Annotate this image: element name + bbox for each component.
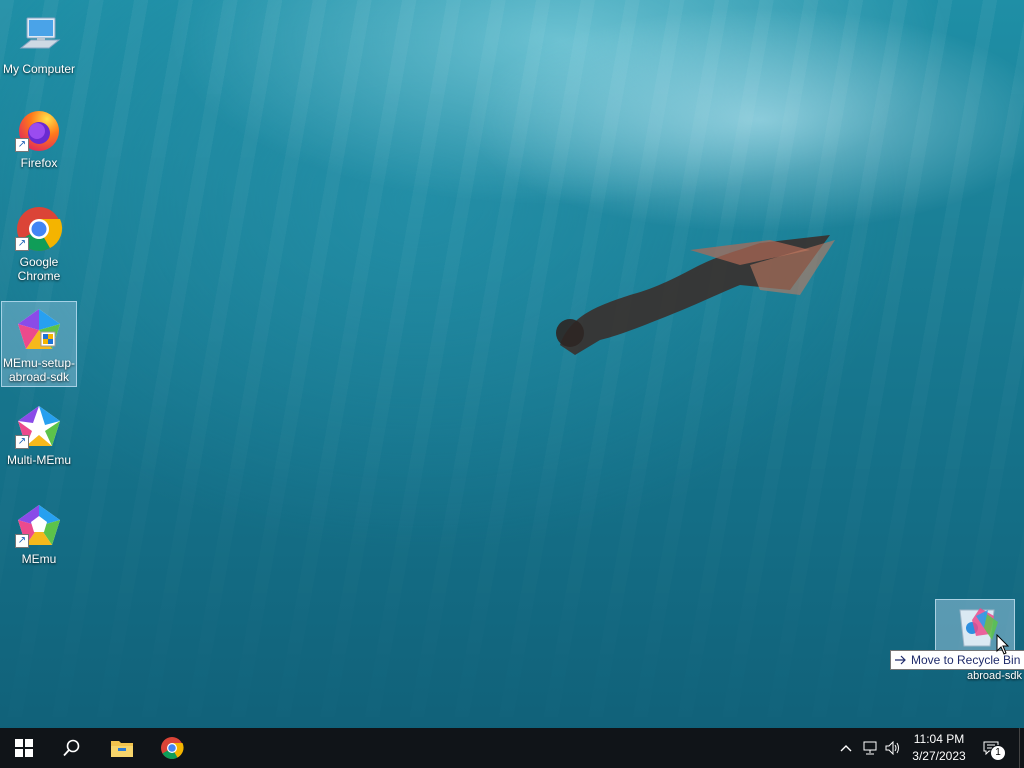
file-explorer-icon [111, 741, 133, 757]
arrow-right-icon [895, 655, 906, 665]
multi-memu-icon: ↗ [15, 403, 63, 451]
desktop-icon-memu-setup[interactable]: MEmu-setup-abroad-sdk [1, 301, 77, 387]
desktop-icon-label: Multi-MEmu [6, 453, 71, 467]
chrome-icon [161, 737, 184, 759]
desktop-icon-label: Google Chrome [17, 255, 61, 283]
desktop-icon-label: Firefox [20, 156, 58, 170]
network-icon[interactable] [862, 740, 878, 756]
volume-icon[interactable] [885, 740, 901, 756]
search-icon [63, 739, 80, 757]
chrome-icon: ↗ [15, 205, 63, 253]
drag-ghost-label: abroad-sdk [967, 670, 1023, 682]
shortcut-arrow-icon: ↗ [15, 138, 29, 152]
wallpaper-diver [556, 235, 835, 355]
desktop-icon-memu[interactable]: ↗ MEmu [2, 494, 76, 566]
search-button[interactable] [48, 728, 96, 768]
memu-installer-icon [15, 306, 63, 354]
desktop-icon-label: My Computer [2, 62, 76, 76]
desktop-icon-my-computer[interactable]: My Computer [2, 4, 76, 76]
clock-time: 11:04 PM [913, 732, 965, 746]
mouse-cursor-icon [996, 634, 1010, 655]
start-button[interactable] [0, 728, 48, 768]
show-hidden-icons-chevron-icon[interactable] [838, 740, 854, 756]
taskbar-google-chrome[interactable] [148, 728, 196, 768]
recycle-bin-icon [959, 608, 998, 647]
windows-start-icon [15, 739, 33, 757]
shortcut-arrow-icon: ↗ [15, 237, 29, 251]
desktop-icon-label: MEmu-setup-abroad-sdk [2, 356, 76, 384]
shortcut-arrow-icon: ↗ [15, 435, 29, 449]
desktop-icon-label: MEmu [21, 552, 57, 566]
show-desktop-button[interactable] [1019, 728, 1020, 768]
clock-date: 3/27/2023 [912, 749, 966, 763]
taskbar-file-explorer[interactable] [98, 728, 146, 768]
notification-count-badge: 1 [990, 745, 1006, 761]
memu-icon: ↗ [15, 502, 63, 550]
computer-icon [15, 12, 63, 60]
shortcut-arrow-icon: ↗ [15, 534, 29, 548]
desktop-icon-firefox[interactable]: ↗ Firefox [2, 98, 76, 170]
firefox-icon: ↗ [15, 106, 63, 154]
wallpaper-light-rays [0, 0, 1024, 728]
taskbar: 11:04 PM 3/27/2023 [0, 728, 1024, 768]
system-clock[interactable]: 11:04 PM 3/27/2023 [906, 731, 972, 765]
desktop-icon-multi-memu[interactable]: ↗ Multi-MEmu [2, 395, 76, 467]
desktop-icon-google-chrome[interactable]: ↗ Google Chrome [2, 197, 76, 283]
